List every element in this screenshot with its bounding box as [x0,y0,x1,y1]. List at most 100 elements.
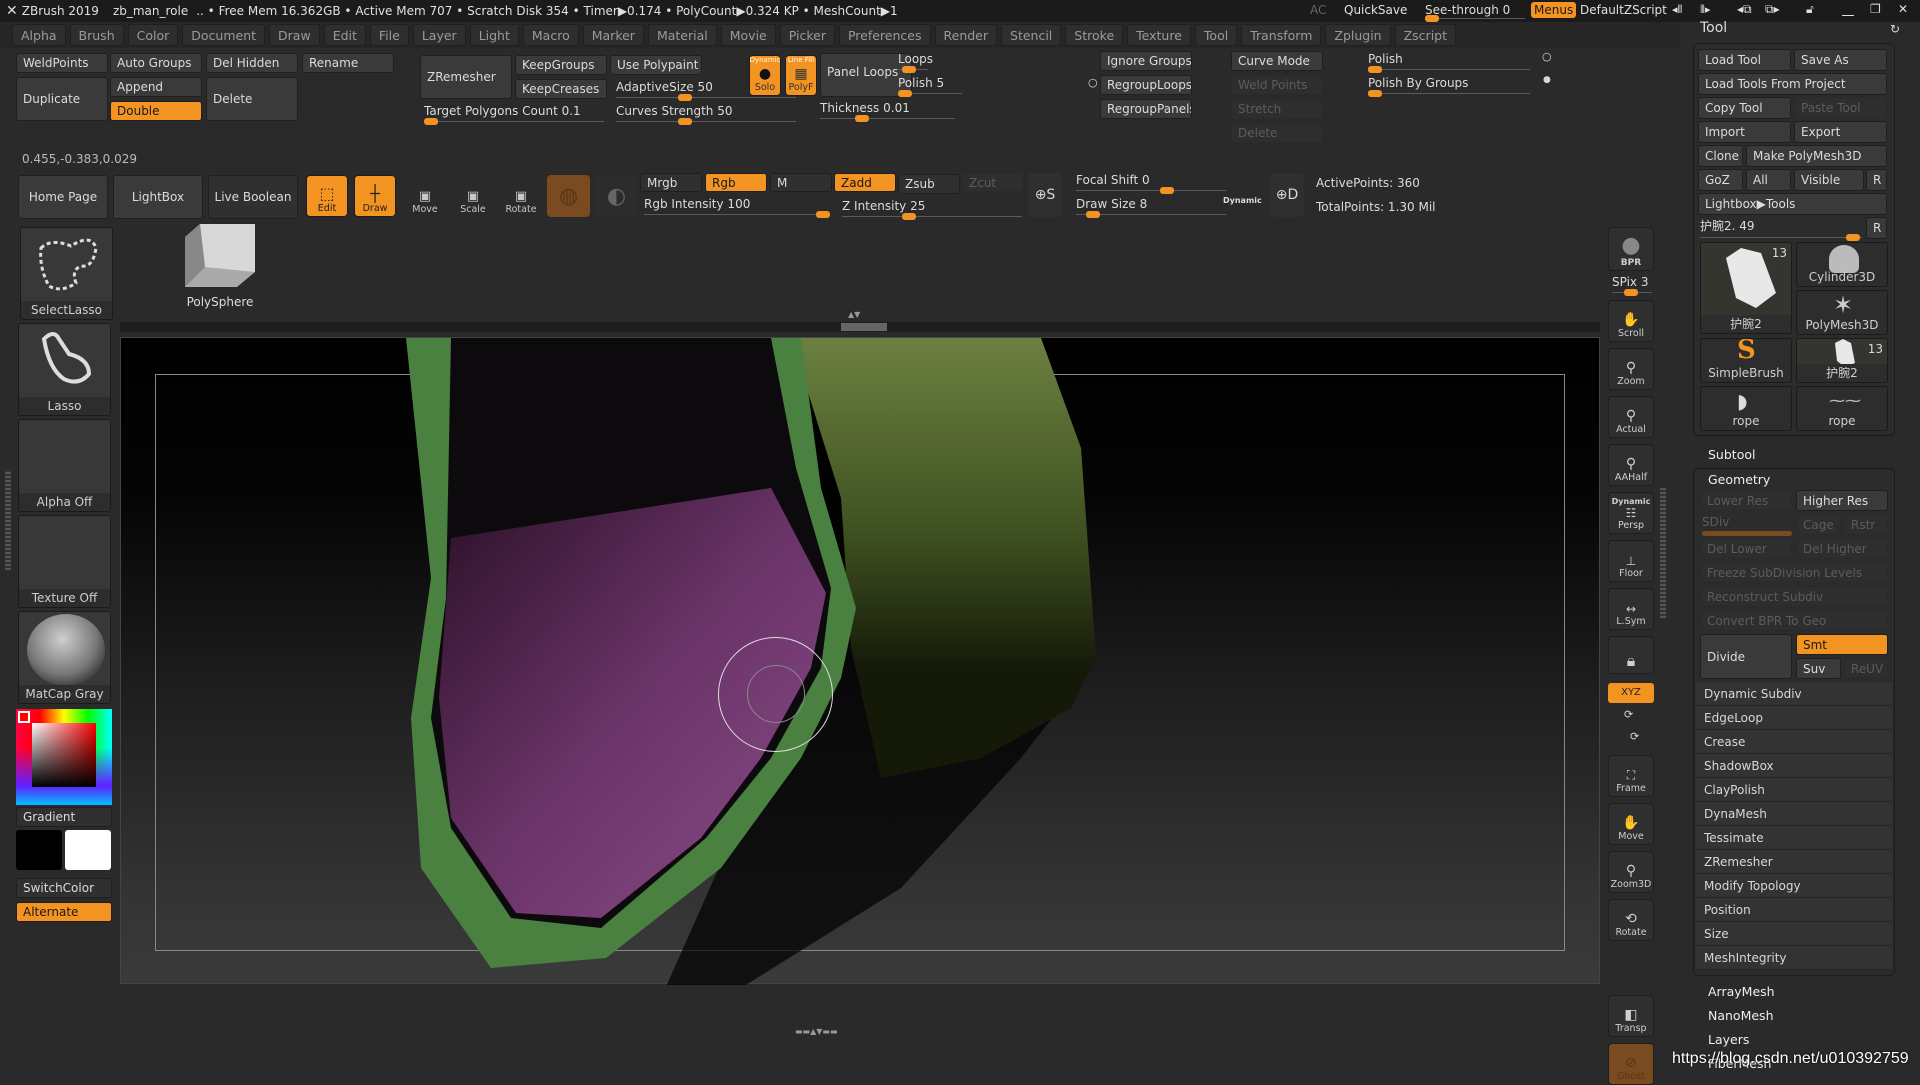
visible-button[interactable]: Visible [1794,169,1864,191]
move-button[interactable]: ▣ Move [404,175,446,217]
tool-thumb-simplebrush[interactable]: S SimpleBrush [1700,338,1792,383]
geometry-section-zremesher[interactable]: ZRemesher [1696,850,1892,874]
auto-groups-button[interactable]: Auto Groups [110,53,202,73]
polish-slider[interactable]: Polish [1368,52,1530,73]
quicksave-button[interactable]: QuickSave [1344,3,1407,17]
rename-button[interactable]: Rename [302,53,394,73]
polish5-slider[interactable]: Polish 5 [898,76,962,97]
freeze-subdivision-button[interactable]: Freeze SubDivision Levels [1700,562,1888,583]
goz-r-button[interactable]: R [1866,169,1887,191]
lsym-button[interactable]: ↔ L.Sym [1608,588,1654,630]
menu-render[interactable]: Render [934,24,998,46]
tool-thumb-rope-2[interactable]: ⁓⁓ rope [1796,386,1888,431]
tool-thumb-huwan2-large[interactable]: 13 护腕2 [1700,242,1792,334]
geometry-section-edgeloop[interactable]: EdgeLoop [1696,706,1892,730]
menu-light[interactable]: Light [469,24,519,46]
menu-alpha[interactable]: Alpha [12,24,66,46]
menus-button[interactable]: Menus [1531,2,1577,18]
import-button[interactable]: Import [1698,121,1791,143]
geometry-section-crease[interactable]: Crease [1696,730,1892,754]
solo-button[interactable]: Dynamic ● Solo [749,55,781,96]
polysphere-tool[interactable]: PolySphere [175,222,265,312]
menu-brush[interactable]: Brush [69,24,124,46]
tool-thumb-rope-1[interactable]: ◗ rope [1700,386,1792,431]
menu-edit[interactable]: Edit [323,24,366,46]
lasso-tile[interactable]: Lasso [18,323,111,416]
reconstruct-subdiv-button[interactable]: Reconstruct Subdiv [1700,586,1888,607]
divide-button[interactable]: Divide [1700,634,1792,679]
menu-movie[interactable]: Movie [720,24,776,46]
menu-stencil[interactable]: Stencil [1001,24,1062,46]
load-tool-button[interactable]: Load Tool [1698,49,1791,71]
ignore-groups-button[interactable]: Ignore Groups [1100,51,1192,71]
zoom-button[interactable]: ⚲ Zoom [1608,348,1654,390]
zsub-button[interactable]: Zsub [898,174,960,194]
clone-button[interactable]: Clone [1698,145,1743,167]
main-color-swatch[interactable] [18,711,30,723]
zcut-button[interactable]: Zcut [962,173,1024,192]
restore-icon[interactable]: ❐ [1870,2,1881,16]
actual-button[interactable]: ⚲ Actual [1608,396,1654,438]
delete-curve-button[interactable]: Delete [1231,123,1323,143]
curves-strength-slider[interactable]: Curves Strength 50 [616,104,796,125]
menu-document[interactable]: Document [182,24,266,46]
menu-picker[interactable]: Picker [779,24,835,46]
rgb-intensity-slider[interactable]: Rgb Intensity 100 [644,197,830,218]
zoom3d-button[interactable]: ⚲ Zoom3D [1608,851,1654,893]
draw-button[interactable]: ┼ Draw [354,175,396,217]
menu-file[interactable]: File [369,24,409,46]
polish-by-groups-dot-icon[interactable]: ● [1543,75,1551,85]
goz-button[interactable]: GoZ [1698,169,1743,191]
rgb-button[interactable]: Rgb [705,173,767,192]
double-button[interactable]: Double [110,101,202,121]
tool-thumb-huwan2-small[interactable]: 13 护腕2 [1796,338,1888,383]
polish-circle-icon[interactable]: ○ [1542,50,1552,63]
current-tool-slider[interactable]: 护腕2. 49 [1700,217,1862,241]
secondary-color-swatch[interactable] [16,830,62,870]
dynamic-size-toggle[interactable]: Dynamic [1223,196,1262,205]
minimize-icon[interactable]: ⎽ [1842,2,1854,17]
target-polygons-slider[interactable]: Target Polygons Count 0.1 [424,104,604,125]
suv-button[interactable]: Suv [1796,658,1841,679]
delete-button[interactable]: Delete [206,77,298,121]
prev-layout-icon[interactable]: ◂⧉ [1737,2,1752,17]
geometry-section-tessimate[interactable]: Tessimate [1696,826,1892,850]
camera-lock-button[interactable]: 🔒︎ [1608,636,1654,674]
see-through-slider[interactable]: See-through 0 [1425,3,1525,22]
tool-panel-reset-icon[interactable]: ↻ [1890,22,1900,36]
menu-preferences[interactable]: Preferences [838,24,931,46]
menu-zplugin[interactable]: Zplugin [1325,24,1391,46]
rstr-button[interactable]: Rstr [1844,514,1888,535]
higher-res-button[interactable]: Higher Res [1796,490,1888,511]
menu-draw[interactable]: Draw [269,24,320,46]
tertiary-color-swatch[interactable] [65,830,111,870]
focal-shift-slider[interactable]: Focal Shift 0 [1076,173,1226,194]
polyf-button[interactable]: Line Fill ▦ PolyF [785,55,817,96]
alpha-tile[interactable]: Alpha Off [18,419,111,512]
shrink-ui-icon[interactable]: ◂⦀ [1672,3,1682,17]
viewport-canvas[interactable] [120,337,1600,985]
z-intensity-slider[interactable]: Z Intensity 25 [842,199,1022,220]
lower-res-button[interactable]: Lower Res [1700,490,1792,511]
menu-transform[interactable]: Transform [1241,24,1322,46]
smt-button[interactable]: Smt [1796,634,1888,655]
mrgb-button[interactable]: Mrgb [640,173,702,192]
menu-texture[interactable]: Texture [1127,24,1191,46]
geometry-section-size[interactable]: Size [1696,922,1892,946]
next-layout-icon[interactable]: ⧉▸ [1765,2,1780,17]
subpalette-layers[interactable]: Layers [1708,1032,1749,1047]
material-sphere-button[interactable]: ◍ [547,175,590,217]
geometry-section-shadowbox[interactable]: ShadowBox [1696,754,1892,778]
weld-points-button[interactable]: Weld Points [1231,75,1323,95]
paste-tool-button[interactable]: Paste Tool [1794,97,1887,119]
scale-button[interactable]: ▣ Scale [452,175,494,217]
home-page-button[interactable]: Home Page [18,175,108,219]
zadd-button[interactable]: Zadd [834,173,896,192]
geometry-section-dynamic-subdiv[interactable]: Dynamic Subdiv [1696,682,1892,706]
menu-material[interactable]: Material [647,24,717,46]
menu-color[interactable]: Color [127,24,179,46]
focal-shift-s-button[interactable]: ⊕S [1028,173,1062,217]
m-button[interactable]: M [770,173,832,192]
polish-by-groups-slider[interactable]: Polish By Groups [1368,76,1530,97]
geometry-section-position[interactable]: Position [1696,898,1892,922]
